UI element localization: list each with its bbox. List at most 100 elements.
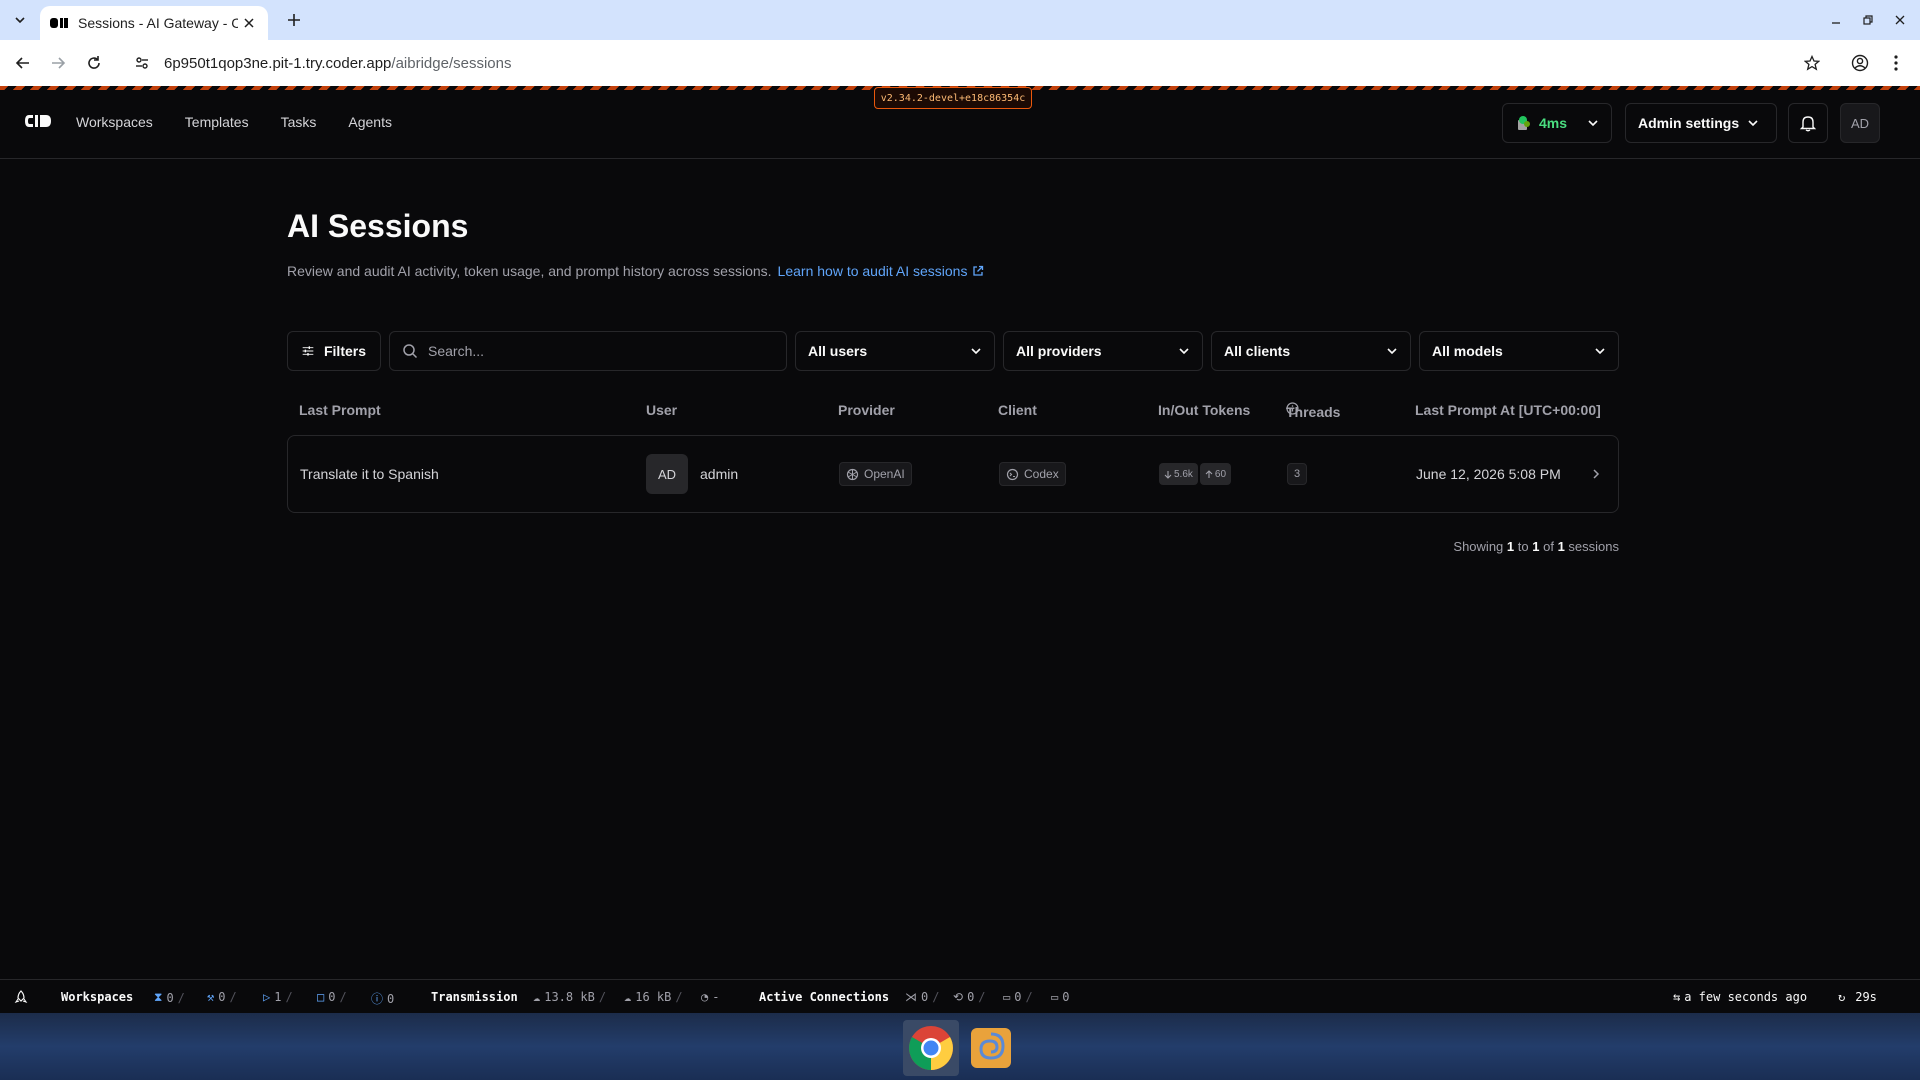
external-link-icon bbox=[973, 265, 984, 276]
filters-button[interactable]: Filters bbox=[287, 331, 381, 371]
chrome-app-icon[interactable] bbox=[903, 1020, 959, 1076]
row-date: June 12, 2026 5:08 PM bbox=[1416, 466, 1561, 482]
latency-button[interactable]: 4ms bbox=[1502, 103, 1612, 143]
row-prompt: Translate it to Spanish bbox=[300, 466, 439, 482]
search-input[interactable] bbox=[428, 343, 768, 359]
profile-icon[interactable] bbox=[1848, 51, 1872, 75]
status-terminal: ▭ 0/ bbox=[1003, 990, 1033, 1004]
row-threads: 3 bbox=[1287, 436, 1307, 512]
row-open-chevron[interactable] bbox=[1591, 436, 1601, 512]
pagination-summary: Showing 1 to 1 of 1 sessions bbox=[1453, 539, 1619, 554]
alert-icon: ⓘ bbox=[371, 992, 384, 1006]
rocket-icon bbox=[14, 990, 28, 1004]
col-threads-label: Threads bbox=[1286, 404, 1341, 420]
codex-icon bbox=[1006, 468, 1019, 480]
bell-icon bbox=[1799, 116, 1817, 132]
status-building[interactable]: ⚒ 0/ bbox=[207, 990, 237, 1004]
ssh-icon: ⟲ bbox=[953, 990, 964, 1004]
close-tab-icon[interactable] bbox=[240, 14, 258, 32]
clients-select[interactable]: All clients bbox=[1211, 331, 1411, 371]
user-row-name: admin bbox=[700, 466, 739, 482]
browser-menu-icon[interactable] bbox=[1884, 51, 1908, 75]
latency-value: 4ms bbox=[1539, 115, 1568, 131]
minimize-icon[interactable] bbox=[1826, 10, 1846, 30]
status-connections-label: Active Connections bbox=[759, 990, 890, 1004]
coder-logo-icon[interactable] bbox=[24, 113, 52, 129]
col-threads: Threads bbox=[1286, 402, 1340, 420]
table-header: Last Prompt User Provider Client In/Out … bbox=[287, 400, 1619, 422]
status-latency: ◔ - bbox=[701, 990, 720, 1004]
row-user: AD admin bbox=[646, 436, 738, 512]
restore-icon[interactable] bbox=[1858, 10, 1878, 30]
refresh-icon: ↻ bbox=[1838, 990, 1846, 1004]
address-bar[interactable]: 6p950t1qop3ne.pit-1.try.coder.app/aibrid… bbox=[124, 47, 1830, 79]
status-errored[interactable]: ⓘ 0 bbox=[371, 990, 394, 1007]
browser-tab[interactable]: Sessions - AI Gateway - C bbox=[40, 6, 268, 40]
search-box[interactable] bbox=[389, 331, 787, 371]
deployment-status-bar: Workspaces ⧗ 0/ ⚒ 0/ ▷ 1/ □ 0/ ⓘ 0 Transmissi… bbox=[0, 979, 1920, 1013]
reload-icon[interactable] bbox=[82, 51, 106, 75]
status-apps: ▭ 0 bbox=[1051, 990, 1070, 1004]
upload-cloud-icon: ☁ bbox=[624, 990, 632, 1004]
back-icon[interactable] bbox=[11, 51, 35, 75]
col-last-prompt: Last Prompt bbox=[299, 402, 381, 418]
status-stopped[interactable]: □ 0/ bbox=[317, 990, 347, 1004]
play-icon: ▷ bbox=[263, 990, 271, 1004]
users-select[interactable]: All users bbox=[795, 331, 995, 371]
tokens-in-value: 5.6k bbox=[1174, 468, 1193, 480]
bookmark-star-icon[interactable] bbox=[1800, 51, 1824, 75]
new-tab-icon[interactable] bbox=[284, 10, 304, 30]
status-running[interactable]: ▷ 1/ bbox=[263, 990, 293, 1004]
status-refresh[interactable]: ↻ 29s bbox=[1838, 990, 1877, 1004]
status-updated: ⇆ a few seconds ago bbox=[1673, 990, 1808, 1004]
git-compare-icon: ⇆ bbox=[1673, 990, 1681, 1004]
col-client: Client bbox=[998, 402, 1037, 418]
search-icon bbox=[403, 344, 418, 359]
nav-agents[interactable]: Agents bbox=[348, 114, 392, 130]
nav-workspaces[interactable]: Workspaces bbox=[76, 114, 153, 130]
admin-settings-button[interactable]: Admin settings bbox=[1625, 103, 1777, 143]
description-text: Review and audit AI activity, token usag… bbox=[287, 263, 772, 279]
learn-more-label: Learn how to audit AI sessions bbox=[777, 263, 968, 279]
chevron-down-icon bbox=[1179, 348, 1189, 355]
coder-favicon-icon bbox=[50, 18, 68, 28]
status-ssh: ⟲ 0/ bbox=[953, 990, 986, 1004]
app-window-icon: ▭ bbox=[1051, 990, 1059, 1004]
learn-more-link[interactable]: Learn how to audit AI sessions bbox=[778, 263, 985, 279]
col-provider: Provider bbox=[838, 402, 895, 418]
nav-templates[interactable]: Templates bbox=[185, 114, 249, 130]
providers-select[interactable]: All providers bbox=[1003, 331, 1203, 371]
col-tokens: In/Out Tokens bbox=[1158, 402, 1251, 418]
models-select[interactable]: All models bbox=[1419, 331, 1619, 371]
close-window-icon[interactable] bbox=[1890, 10, 1910, 30]
vscode-icon: ⋊ bbox=[905, 990, 917, 1004]
row-client: Codex bbox=[999, 436, 1066, 512]
user-row-avatar: AD bbox=[646, 454, 688, 494]
table-row[interactable]: Translate it to Spanish AD admin OpenAI … bbox=[287, 435, 1619, 513]
status-transmission-label: Transmission bbox=[431, 990, 518, 1004]
user-avatar[interactable]: AD bbox=[1840, 103, 1880, 143]
forward-icon[interactable] bbox=[46, 51, 70, 75]
stop-icon: □ bbox=[317, 990, 325, 1004]
admin-settings-label: Admin settings bbox=[1638, 115, 1740, 131]
status-vscode: ⋊ 0/ bbox=[905, 990, 940, 1004]
tab-title: Sessions - AI Gateway - C bbox=[78, 15, 238, 31]
models-select-value: All models bbox=[1432, 343, 1503, 359]
status-pending[interactable]: ⧗ 0/ bbox=[154, 990, 185, 1005]
browser-tab-bar: Sessions - AI Gateway - C bbox=[0, 0, 1920, 40]
arrow-up-icon bbox=[1205, 469, 1213, 478]
gauge-icon: ◔ bbox=[701, 990, 709, 1004]
chevron-right-icon bbox=[1593, 469, 1600, 479]
tokens-in: 5.6k bbox=[1159, 463, 1198, 485]
chevron-down-icon bbox=[971, 348, 981, 355]
client-name: Codex bbox=[1024, 467, 1059, 481]
region-icon bbox=[1518, 116, 1530, 130]
notifications-button[interactable] bbox=[1788, 103, 1828, 143]
chevron-down-icon bbox=[1588, 120, 1598, 127]
chevron-down-icon bbox=[1595, 348, 1605, 355]
nav-tasks[interactable]: Tasks bbox=[281, 114, 317, 130]
files-app-icon[interactable] bbox=[963, 1020, 1019, 1076]
provider-name: OpenAI bbox=[864, 467, 905, 481]
site-info-icon[interactable] bbox=[130, 51, 154, 75]
tab-search-icon[interactable] bbox=[8, 8, 32, 32]
